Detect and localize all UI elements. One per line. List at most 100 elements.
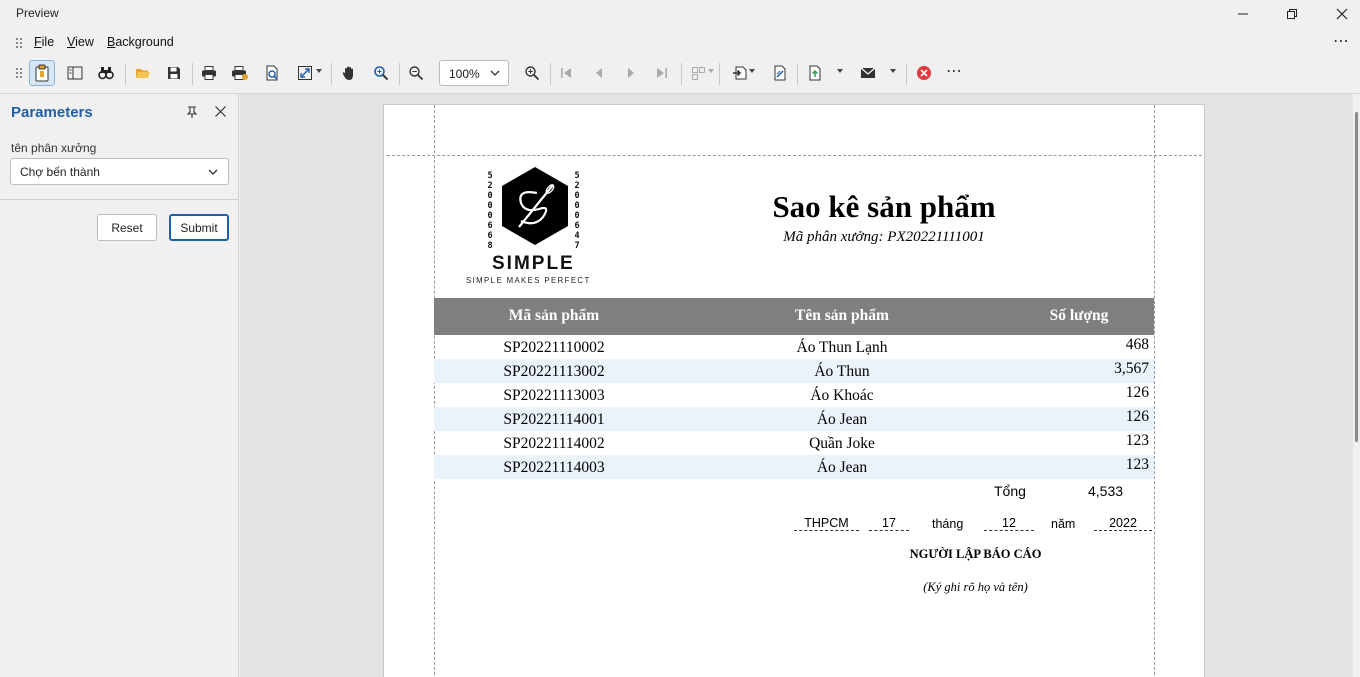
background-color-dropdown-icon[interactable]: [749, 69, 755, 73]
cell-product-name: Áo Khoác: [810, 387, 874, 404]
multiple-pages-button[interactable]: [686, 60, 712, 86]
scale-icon: [298, 66, 312, 80]
zoom-level-value: 100%: [449, 67, 480, 81]
search-button[interactable]: [93, 60, 119, 86]
magnifier-button[interactable]: [368, 60, 394, 86]
multiple-pages-dropdown-icon[interactable]: [708, 69, 714, 73]
menu-grip[interactable]: [16, 38, 22, 50]
logo-left-digits: 52000668: [487, 171, 493, 251]
restore-button[interactable]: [1280, 4, 1304, 24]
table-row: SP20221114001 Áo Jean 126: [434, 407, 1154, 431]
watermark-icon: [774, 65, 786, 81]
menu-view-accel: V: [67, 35, 76, 49]
zoom-in-icon: [525, 66, 540, 81]
table-row: SP20221114003 Áo Jean 123: [434, 455, 1154, 479]
cell-product-name: Áo Jean: [816, 459, 868, 476]
minimize-button[interactable]: [1231, 4, 1255, 24]
watermark-button[interactable]: [767, 60, 793, 86]
open-button[interactable]: [130, 60, 156, 86]
document-map-button[interactable]: [62, 60, 88, 86]
cell-product-code: SP20221113002: [503, 363, 605, 380]
menu-view-rest: iew: [75, 35, 94, 49]
table-row: SP20221114002 Quần Joke 123: [434, 431, 1154, 455]
pin-panel-button[interactable]: [185, 105, 199, 122]
menu-background[interactable]: Background: [107, 35, 174, 49]
hand-tool-button[interactable]: [336, 60, 362, 86]
scale-button[interactable]: [292, 60, 318, 86]
toolbar-separator: [125, 63, 126, 85]
cell-product-code: SP20221113003: [503, 387, 605, 404]
menu-overflow-icon[interactable]: ⋯: [1333, 31, 1350, 51]
vertical-scrollbar[interactable]: [1353, 94, 1360, 677]
clipboard-parameters-icon: [35, 64, 49, 82]
page-margin-guide: [1154, 105, 1155, 677]
export-button[interactable]: [802, 60, 828, 86]
cell-product-code: SP20221114003: [503, 459, 605, 476]
cell-product-name: Quần Joke: [809, 435, 875, 452]
cell-quantity: 126: [1125, 408, 1149, 425]
close-icon: [1336, 8, 1348, 20]
report-page: 52000668 52000647 SIMPLE SIMPLE MAKES PE…: [383, 104, 1205, 677]
logo-wordmark: SIMPLE: [492, 253, 575, 274]
save-button[interactable]: [161, 60, 187, 86]
parameters-toggle-button[interactable]: [29, 60, 55, 86]
cell-product-name: Áo Thun Lạnh: [796, 339, 888, 356]
previous-page-button[interactable]: [586, 60, 612, 86]
menu-view[interactable]: View: [67, 35, 94, 49]
reset-button[interactable]: Reset: [97, 214, 157, 241]
report-subtitle: Mã phân xưởng: PX20221111001: [783, 229, 985, 245]
first-page-icon: [561, 68, 571, 78]
quick-print-icon: [232, 66, 248, 80]
workshop-name-select[interactable]: Chợ bến thành: [10, 158, 229, 185]
page-setup-button[interactable]: [259, 60, 285, 86]
table-row: SP20221113003 Áo Khoác 126: [434, 383, 1154, 407]
next-page-icon: [628, 68, 634, 78]
column-header-name: Tên sản phẩm: [795, 307, 889, 324]
send-email-button[interactable]: [855, 60, 881, 86]
print-button[interactable]: [196, 60, 222, 86]
next-page-button[interactable]: [618, 60, 644, 86]
export-dropdown-icon[interactable]: [837, 69, 843, 73]
quick-print-button[interactable]: [227, 60, 253, 86]
date-place: THPCM: [794, 516, 859, 531]
menu-file[interactable]: File: [34, 35, 54, 49]
cell-product-name: Áo Jean: [816, 411, 868, 428]
menu-file-rest: ile: [41, 35, 55, 49]
previous-page-icon: [596, 68, 602, 78]
toolbar-overflow-icon[interactable]: ⋯: [946, 61, 963, 81]
workshop-name-label: tên phân xưởng: [11, 141, 97, 155]
close-window-button[interactable]: [1330, 4, 1354, 24]
logo-tagline: SIMPLE MAKES PERFECT: [466, 276, 591, 285]
close-panel-button[interactable]: [214, 105, 227, 121]
cell-quantity: 3,567: [1114, 360, 1149, 377]
cell-quantity: 123: [1125, 456, 1149, 473]
submit-button[interactable]: Submit: [169, 214, 229, 241]
zoom-level-select[interactable]: 100%: [439, 60, 509, 86]
last-page-button[interactable]: [649, 60, 675, 86]
scale-dropdown-icon[interactable]: [316, 69, 322, 73]
toolbar-separator: [331, 63, 332, 85]
scrollbar-thumb[interactable]: [1355, 112, 1358, 442]
close-circle-icon: [917, 66, 931, 80]
background-color-button[interactable]: [728, 60, 754, 86]
export-icon: [809, 65, 821, 81]
page-margin-guide: [387, 155, 1202, 156]
cell-product-name: Áo Thun: [814, 363, 870, 380]
signer-title: NGƯỜI LẬP BÁO CÁO: [909, 547, 1042, 561]
date-year: 2022: [1094, 516, 1152, 531]
chevron-down-icon: [208, 169, 218, 175]
title-bar: Preview: [0, 0, 1360, 28]
last-page-icon: [657, 68, 667, 78]
close-preview-button[interactable]: [911, 60, 937, 86]
first-page-button[interactable]: [553, 60, 579, 86]
menu-bar: File View Background ⋯: [0, 30, 1360, 56]
zoom-out-button[interactable]: [403, 60, 429, 86]
multiple-pages-icon: [692, 67, 705, 80]
send-email-dropdown-icon[interactable]: [890, 69, 896, 73]
cell-product-code: SP20221114001: [503, 411, 605, 428]
cell-quantity: 126: [1125, 384, 1149, 401]
toolbar-grip[interactable]: [16, 68, 22, 80]
zoom-in-button[interactable]: [519, 60, 545, 86]
toolbar: 100% ⋯: [0, 57, 1360, 91]
report-preview-area[interactable]: 52000668 52000647 SIMPLE SIMPLE MAKES PE…: [240, 94, 1353, 677]
